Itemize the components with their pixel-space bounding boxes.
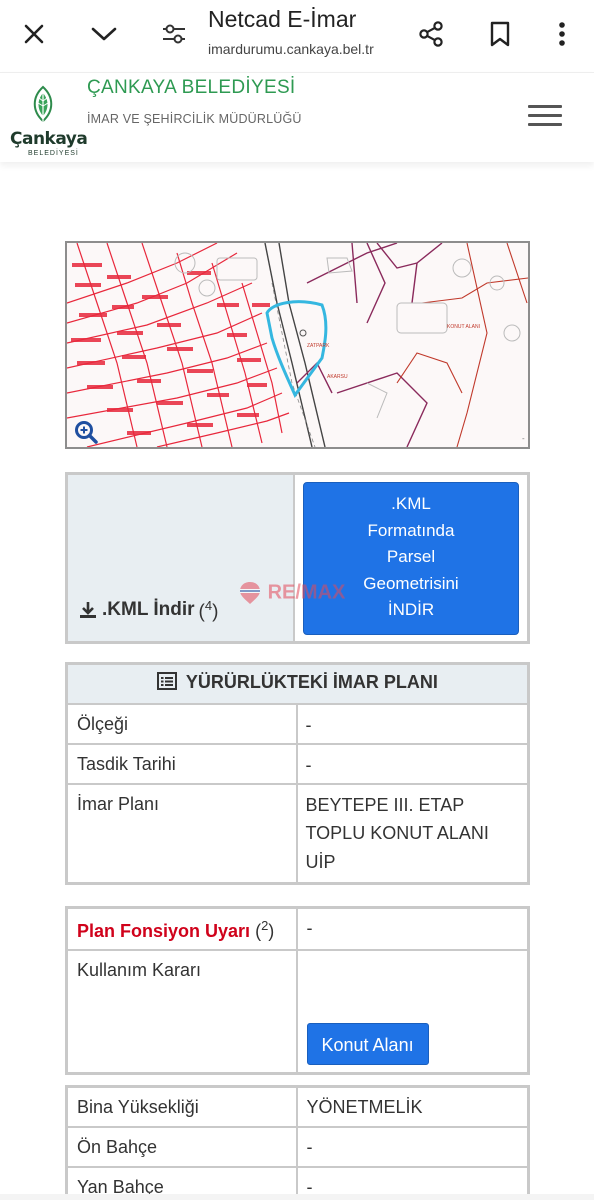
row-key: Tasdik Tarihi bbox=[65, 742, 298, 785]
table-row: Ön Bahçe - bbox=[65, 1125, 530, 1168]
zoom-in-icon[interactable] bbox=[73, 419, 99, 445]
parcel-map[interactable]: ZATPARK KONUT ALANI AKARSU - bbox=[65, 241, 530, 449]
municipality-title: ÇANKAYA BELEDİYESİ bbox=[87, 77, 296, 98]
logo-text: Çankaya bbox=[10, 129, 88, 149]
table-row: Tasdik Tarihi - bbox=[65, 742, 530, 785]
kml-footnote: (4) bbox=[198, 597, 219, 622]
plan-table-title: YÜRÜRLÜKTEKİ İMAR PLANI bbox=[185, 672, 438, 693]
site-header: Çankaya BELEDİYESİ ÇANKAYA BELEDİYESİ İM… bbox=[0, 72, 594, 162]
remax-watermark: RE/MAX bbox=[238, 580, 345, 606]
building-table: Bina Yüksekliği YÖNETMELİK Ön Bahçe - Ya… bbox=[65, 1085, 530, 1200]
kml-button-line-2: Formatında bbox=[367, 520, 455, 540]
browser-title: Netcad E-İmar bbox=[208, 6, 357, 32]
map-drawing: ZATPARK KONUT ALANI AKARSU - bbox=[67, 243, 528, 447]
svg-text:-: - bbox=[522, 434, 525, 443]
plan-function-warning: Plan Fonsiyon Uyarı bbox=[77, 921, 251, 941]
table-row: İmar Planı BEYTEPE III. ETAP TOPLU KONUT… bbox=[65, 782, 530, 885]
list-icon bbox=[157, 672, 178, 695]
map-label-konut: KONUT ALANI bbox=[447, 324, 480, 330]
more-vert-icon[interactable] bbox=[542, 14, 582, 54]
plan-table-header: YÜRÜRLÜKTEKİ İMAR PLANI bbox=[65, 662, 530, 705]
map-label-akarsu: AKARSU bbox=[327, 374, 348, 380]
table-row: Plan Fonsiyon Uyarı (2) - bbox=[65, 906, 530, 951]
row-value: YÖNETMELİK bbox=[295, 1085, 530, 1128]
balloon-icon bbox=[240, 582, 260, 604]
table-row: Ölçeği - bbox=[65, 702, 530, 745]
share-icon[interactable] bbox=[411, 14, 451, 54]
site-settings-icon[interactable] bbox=[154, 14, 194, 54]
download-icon bbox=[80, 602, 96, 619]
warning-value: - bbox=[295, 906, 530, 951]
chevron-down-icon[interactable] bbox=[84, 14, 124, 54]
zoning-plan-table: YÜRÜRLÜKTEKİ İMAR PLANI Ölçeği - Tasdik … bbox=[65, 662, 530, 885]
logo-subtext: BELEDİYESİ bbox=[28, 150, 79, 157]
residential-area-button[interactable]: Konut Alanı bbox=[306, 1022, 429, 1065]
usage-value-cell: Konut Alanı bbox=[295, 948, 530, 1074]
menu-icon[interactable] bbox=[528, 105, 562, 129]
table-row: Bina Yüksekliği YÖNETMELİK bbox=[65, 1085, 530, 1128]
cankaya-logo[interactable]: Çankaya BELEDİYESİ bbox=[8, 83, 88, 161]
row-value: - bbox=[295, 742, 530, 785]
bookmark-icon[interactable] bbox=[480, 14, 520, 54]
function-table: Plan Fonsiyon Uyarı (2) - Kullanım Karar… bbox=[65, 906, 530, 1075]
kml-button-line-3: Parsel bbox=[386, 547, 436, 566]
row-value: - bbox=[295, 1125, 530, 1168]
row-key: Ölçeği bbox=[65, 702, 298, 745]
bottom-edge bbox=[0, 1194, 594, 1200]
table-row: Kullanım Kararı Konut Alanı bbox=[65, 948, 530, 1074]
row-value: BEYTEPE III. ETAP TOPLU KONUT ALANI UİP bbox=[295, 782, 530, 885]
browser-url[interactable]: imardurumu.cankaya.bel.tr bbox=[208, 41, 374, 57]
kml-button-line-1: .KML bbox=[391, 494, 431, 513]
leaf-icon bbox=[33, 85, 53, 123]
row-key: İmar Planı bbox=[65, 782, 298, 885]
kml-download-button[interactable]: .KML Formatında Parsel Geometrisini İNDİ… bbox=[303, 482, 519, 635]
browser-toolbar: Netcad E-İmar imardurumu.cankaya.bel.tr bbox=[0, 0, 594, 72]
kml-label-text: .KML İndir bbox=[102, 599, 195, 621]
usage-label: Kullanım Kararı bbox=[65, 948, 298, 1074]
row-key: Bina Yüksekliği bbox=[65, 1085, 298, 1128]
warning-label-cell: Plan Fonsiyon Uyarı (2) bbox=[65, 906, 298, 951]
kml-label-cell: .KML İndir (4) bbox=[65, 472, 295, 644]
map-label-zatpark: ZATPARK bbox=[307, 343, 330, 349]
close-icon[interactable] bbox=[14, 14, 54, 54]
department-subtitle: İMAR VE ŞEHİRCİLİK MÜDÜRLÜĞÜ bbox=[87, 112, 302, 126]
row-value: - bbox=[295, 702, 530, 745]
kml-button-cell: .KML Formatında Parsel Geometrisini İNDİ… bbox=[293, 472, 530, 644]
kml-download-table: .KML İndir (4) .KML Formatında Parsel Ge… bbox=[65, 472, 530, 644]
row-key: Ön Bahçe bbox=[65, 1125, 298, 1168]
warning-footnote: (2) bbox=[255, 918, 275, 941]
